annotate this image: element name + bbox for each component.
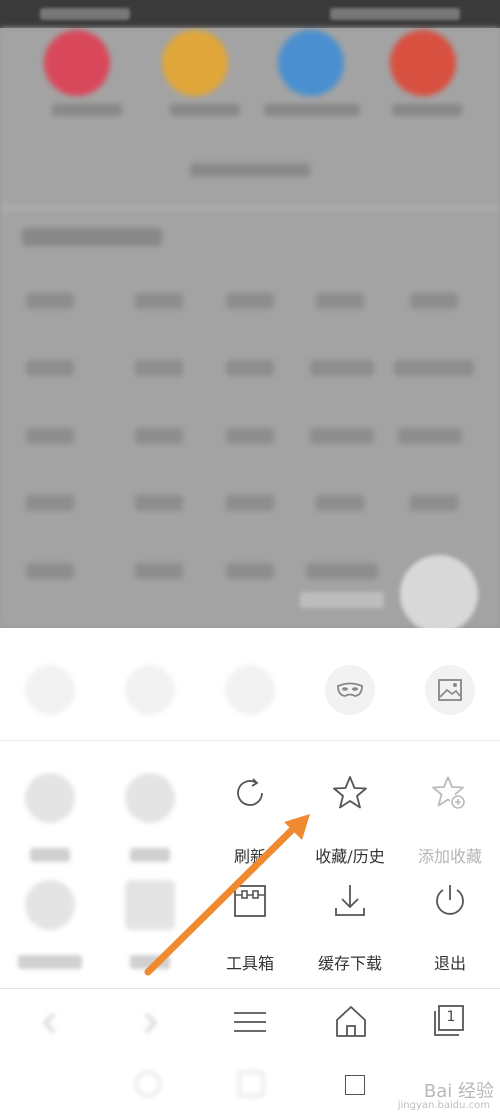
blurred-grid-cell (310, 360, 374, 376)
download-icon (335, 885, 365, 916)
star-icon (333, 776, 367, 809)
tabs-icon[interactable]: 1 (432, 1003, 468, 1039)
toolbox-label: 工具箱 (225, 954, 274, 973)
blurred-grid-cell (135, 495, 183, 511)
menu-top-row (0, 628, 500, 741)
star-plus-icon (432, 776, 465, 809)
power-icon (436, 885, 464, 915)
blurred-grid-cell (26, 563, 74, 579)
blurred-grid-cell (226, 293, 274, 309)
status-bar (0, 0, 500, 28)
blurred-grid-cell (135, 563, 183, 579)
exit-label: 退出 (433, 954, 466, 973)
back-icon[interactable] (40, 1011, 60, 1035)
app-label (392, 104, 462, 116)
blurred-grid-cell (226, 360, 274, 376)
blurred-grid-cell (135, 428, 183, 444)
add-favorite-label: 添加收藏 (417, 847, 482, 866)
blurred-grid-cell (26, 360, 74, 376)
app-icon-orange (390, 30, 456, 96)
forward-icon[interactable] (140, 1011, 160, 1035)
blurred-grid-cell (226, 428, 274, 444)
menu-item-toolbox[interactable]: 工具箱 (200, 880, 300, 980)
blurred-grid-cell (306, 563, 378, 579)
blurred-grid-cell (410, 293, 458, 309)
status-left-indicators (40, 8, 130, 20)
link-icon[interactable] (225, 665, 275, 715)
app-label (170, 104, 240, 116)
blurred-grid-cell (26, 428, 74, 444)
blurred-grid-cell (135, 293, 183, 309)
app-icon-blue (278, 30, 344, 96)
image-mode-icon[interactable] (425, 665, 475, 715)
downloads-label: 缓存下载 (317, 954, 382, 973)
menu-item-add-favorite[interactable]: 添加收藏 (400, 773, 500, 873)
baidu-watermark-url: jingyan.baidu.com (397, 1100, 490, 1111)
menu-item-blurred-4[interactable] (100, 880, 200, 980)
menu-item-favorites-history[interactable]: 收藏/历史 (300, 773, 400, 873)
menu-item-blurred-3[interactable] (0, 880, 100, 980)
blurred-grid-cell (316, 293, 364, 309)
app-icon-red (44, 30, 110, 96)
menu-item-refresh[interactable]: 刷新 (200, 773, 300, 873)
floating-assistant-button[interactable] (400, 555, 478, 633)
grid-icon[interactable] (125, 665, 175, 715)
blurred-grid-cell (226, 563, 274, 579)
thumb-up-icon[interactable] (25, 665, 75, 715)
blurred-menu-icon (25, 773, 75, 823)
refresh-label: 刷新 (233, 847, 266, 866)
layout-icon (125, 880, 175, 930)
refresh-icon (237, 778, 263, 806)
system-back-icon[interactable] (135, 1071, 161, 1097)
system-recents-icon[interactable] (345, 1075, 365, 1095)
favorites-history-label: 收藏/历史 (315, 847, 385, 866)
incognito-mask-icon[interactable] (325, 665, 375, 715)
blurred-menu-label (130, 955, 170, 969)
toolbox-icon (234, 885, 266, 917)
blurred-menu-label (18, 955, 82, 969)
blurred-grid-cell (26, 495, 74, 511)
blurred-link (190, 163, 310, 177)
status-right-indicators (330, 8, 460, 20)
blurred-grid-cell (394, 360, 474, 376)
blurred-menu-label (130, 848, 170, 862)
blurred-grid-cell (410, 495, 458, 511)
system-home-icon[interactable] (238, 1071, 264, 1097)
menu-item-blurred-1[interactable] (0, 773, 100, 873)
blurred-grid-cell (26, 293, 74, 309)
blurred-floating-tag (300, 592, 384, 608)
menu-item-exit[interactable]: 退出 (400, 880, 500, 980)
divider (0, 206, 500, 210)
home-icon[interactable] (333, 1003, 369, 1039)
blurred-background-page (0, 28, 500, 628)
blurred-grid-cell (316, 495, 364, 511)
app-label (264, 104, 360, 116)
blurred-grid-cell (310, 428, 374, 444)
blurred-grid-cell (135, 360, 183, 376)
blurred-section-title (22, 228, 162, 246)
share-icon (125, 773, 175, 823)
app-icon-yellow (162, 30, 228, 96)
headphones-icon (25, 880, 75, 930)
blurred-menu-label (30, 848, 70, 862)
menu-item-share[interactable] (100, 773, 200, 873)
tabs-count: 1 (446, 1009, 456, 1025)
app-label (52, 104, 122, 116)
menu-icon[interactable] (232, 1007, 268, 1037)
menu-item-downloads[interactable]: 缓存下载 (300, 880, 400, 980)
blurred-grid-cell (398, 428, 462, 444)
blurred-grid-cell (226, 495, 274, 511)
